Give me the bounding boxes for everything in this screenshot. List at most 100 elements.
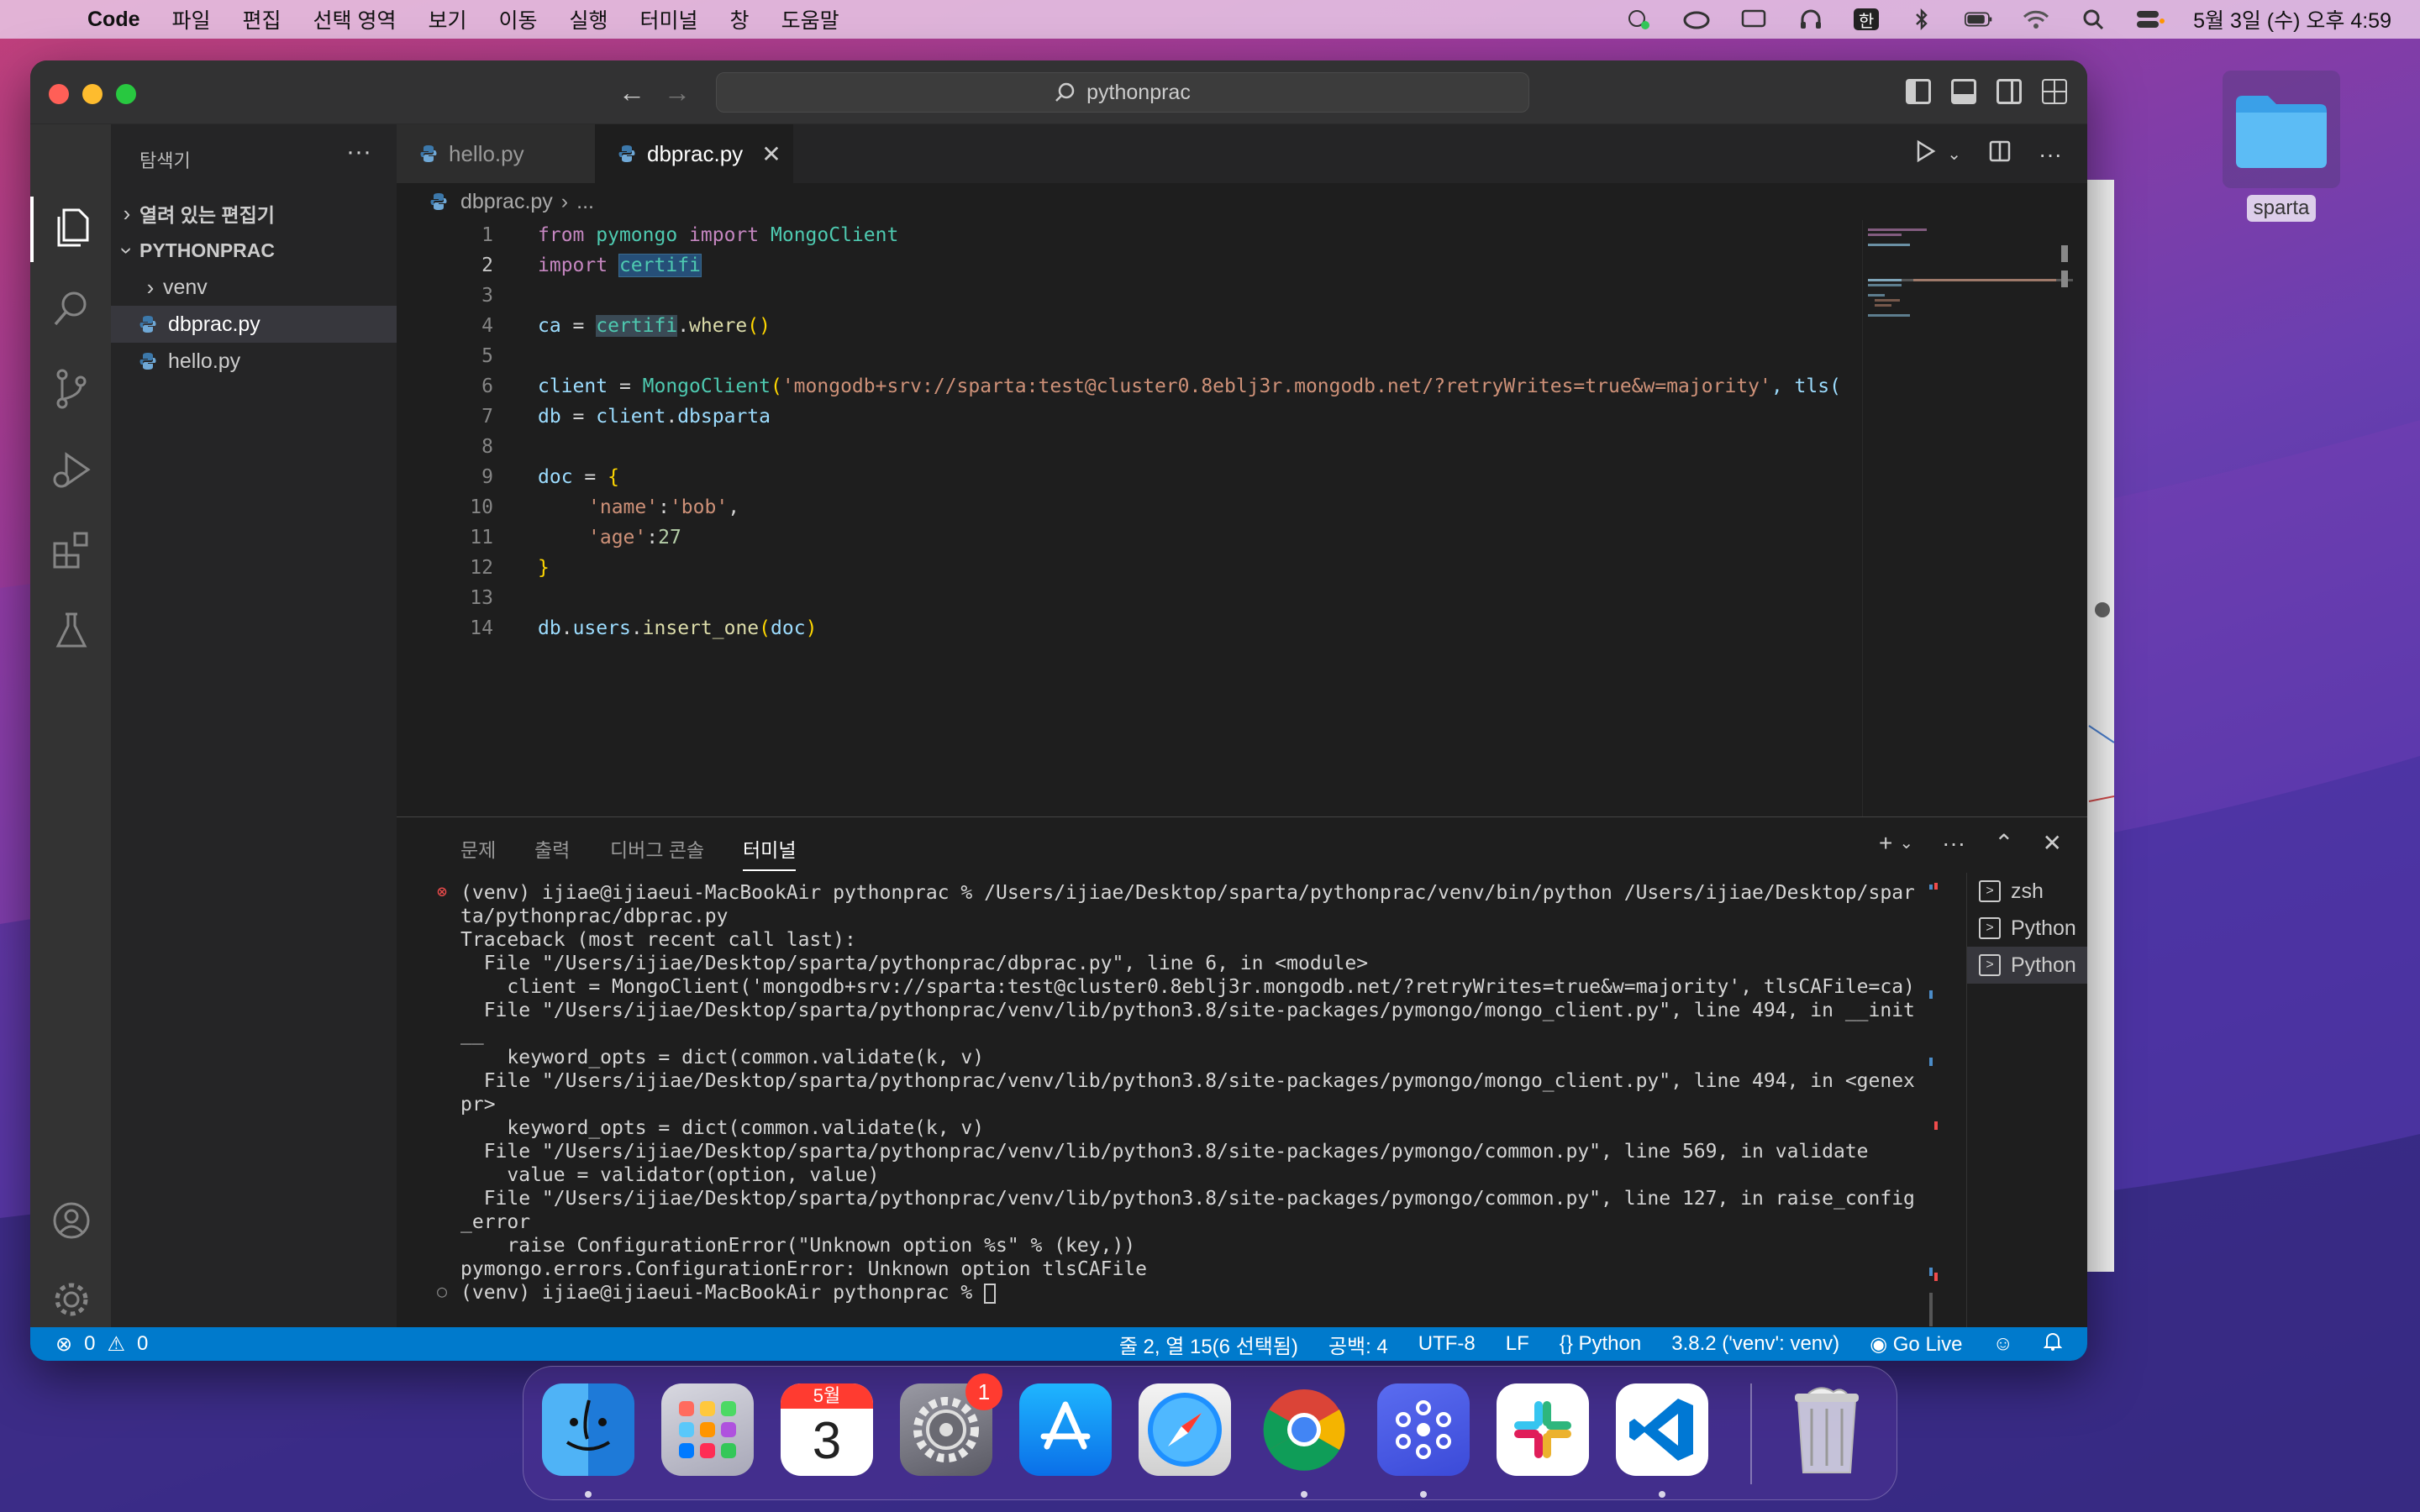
toggle-secondary-sidebar-icon[interactable] <box>1996 79 2022 104</box>
minimap[interactable] <box>1862 220 2081 816</box>
status-encoding[interactable]: UTF-8 <box>1418 1332 1476 1356</box>
battery-icon[interactable] <box>1965 8 1993 30</box>
menu-go[interactable]: 이동 <box>499 4 538 34</box>
tree-file-hello[interactable]: hello.py <box>111 343 397 380</box>
menu-terminal[interactable]: 터미널 <box>640 4 698 34</box>
testing-flask-icon[interactable] <box>50 610 92 652</box>
status-go-live[interactable]: ◉ Go Live <box>1870 1332 1962 1357</box>
input-method-indicator[interactable]: 한 <box>1854 8 1880 31</box>
headphones-icon[interactable] <box>1797 8 1825 30</box>
run-dropdown-icon[interactable]: ⌄ <box>1947 144 1961 165</box>
code-line: 3 <box>397 281 1884 311</box>
terminal-output[interactable]: ⊗ (venv) ijiae@ijiaeui-MacBookAir python… <box>397 873 1943 1328</box>
terminal-item-python[interactable]: > Python <box>1967 910 2087 947</box>
spotlight-search-icon[interactable] <box>2079 8 2107 30</box>
panel-tab-problems[interactable]: 문제 <box>460 834 496 863</box>
dock-launchpad-icon[interactable] <box>661 1383 754 1476</box>
code-token: ) <box>805 617 818 639</box>
panel-tab-terminal[interactable]: 터미널 <box>743 834 797 871</box>
maximize-panel-icon[interactable]: ⌃ <box>1994 829 2013 857</box>
extensions-icon[interactable] <box>50 529 92 571</box>
menu-help[interactable]: 도움말 <box>781 4 839 34</box>
control-center-icon[interactable] <box>2136 8 2165 30</box>
status-app-icon[interactable] <box>1625 8 1654 30</box>
terminal-item-python-active[interactable]: > Python <box>1967 947 2087 984</box>
status-problems[interactable]: ⊗ 0 ⚠ 0 <box>55 1327 148 1361</box>
split-editor-icon[interactable] <box>1988 139 2012 169</box>
toggle-primary-sidebar-icon[interactable] <box>1906 79 1931 104</box>
status-indentation[interactable]: 공백: 4 <box>1328 1330 1388 1359</box>
back-arrow-icon[interactable]: ← <box>618 77 645 108</box>
terminal-item-zsh[interactable]: > zsh <box>1967 873 2087 910</box>
dock-chrome-icon[interactable] <box>1258 1383 1350 1476</box>
tab-dbprac-py[interactable]: dbprac.py ✕ <box>595 124 793 183</box>
zoom-window-button[interactable] <box>116 84 136 104</box>
code-token: ( <box>759 617 771 639</box>
status-interpreter[interactable]: 3.8.2 ('venv': venv) <box>1671 1332 1839 1356</box>
dock-slack-icon[interactable] <box>1497 1383 1589 1476</box>
accounts-icon[interactable] <box>50 1200 92 1242</box>
run-debug-icon[interactable] <box>50 449 92 491</box>
menu-run[interactable]: 실행 <box>570 4 608 34</box>
forward-arrow-icon[interactable]: → <box>664 77 691 108</box>
dock-network-app-icon[interactable] <box>1377 1383 1470 1476</box>
menu-edit[interactable]: 편집 <box>243 4 281 34</box>
dock-app-store-icon[interactable] <box>1019 1383 1112 1476</box>
open-editors-section[interactable]: › 열려 있는 편집기 <box>111 195 397 232</box>
manage-gear-icon[interactable] <box>50 1278 92 1320</box>
breadcrumb-symbol[interactable]: ... <box>576 190 594 214</box>
dock-calendar-icon[interactable]: 5월 3 <box>781 1383 873 1476</box>
creative-cloud-icon[interactable] <box>1682 8 1711 30</box>
close-panel-icon[interactable]: ✕ <box>2043 829 2062 857</box>
minimize-window-button[interactable] <box>82 84 103 104</box>
menu-view[interactable]: 보기 <box>428 4 466 34</box>
explorer-icon[interactable] <box>50 207 92 249</box>
code-token: . <box>630 617 643 639</box>
terminal-dropdown-icon[interactable]: ⌄ <box>1899 832 1913 853</box>
more-actions-icon[interactable]: ··· <box>2039 141 2062 168</box>
braces-icon: {} <box>1559 1332 1573 1355</box>
close-window-button[interactable] <box>49 84 69 104</box>
command-center-search[interactable]: pythonprac <box>716 72 1529 113</box>
new-terminal-icon[interactable]: + <box>1879 830 1892 857</box>
menubar-clock[interactable]: 5월 3일 (수) 오후 4:59 <box>2193 4 2391 34</box>
screen-mirror-icon[interactable] <box>1739 8 1768 30</box>
menu-window[interactable]: 창 <box>730 4 750 34</box>
active-view-marker <box>30 197 34 262</box>
terminal-line: pymongo.errors.ConfigurationError: Unkno… <box>460 1258 1147 1280</box>
status-language[interactable]: {} Python <box>1560 1332 1641 1356</box>
dock-system-settings-icon[interactable]: 1 <box>900 1373 1002 1476</box>
toggle-panel-icon[interactable] <box>1951 79 1976 104</box>
status-eol[interactable]: LF <box>1506 1332 1529 1356</box>
status-cursor-position[interactable]: 줄 2, 열 15(6 선택됨) <box>1119 1330 1298 1359</box>
project-folder-header[interactable]: › PYTHONPRAC <box>111 232 397 269</box>
dock-finder-icon[interactable] <box>542 1383 634 1476</box>
line-number: 8 <box>481 436 493 458</box>
code-text: from pymongo import MongoClient <box>538 224 898 246</box>
tree-folder-venv[interactable]: › venv <box>111 269 397 306</box>
menu-selection[interactable]: 선택 영역 <box>313 4 397 34</box>
feedback-icon[interactable]: ☺ <box>1992 1332 2013 1356</box>
sidebar-more-icon[interactable]: ··· <box>346 138 371 166</box>
menu-file[interactable]: 파일 <box>172 4 211 34</box>
bluetooth-icon[interactable] <box>1907 8 1936 30</box>
tree-file-dbprac[interactable]: dbprac.py <box>111 306 397 343</box>
app-menu[interactable]: Code <box>87 8 140 32</box>
dock-vscode-icon[interactable] <box>1616 1383 1708 1476</box>
tab-hello-py[interactable]: hello.py <box>397 124 595 183</box>
notifications-bell-icon[interactable] <box>2043 1331 2063 1357</box>
breadcrumb-file[interactable]: dbprac.py <box>460 190 553 214</box>
dock-trash-icon[interactable] <box>1781 1383 1873 1476</box>
source-control-icon[interactable] <box>50 368 92 410</box>
run-python-file-icon[interactable] <box>1915 139 1937 169</box>
dock-safari-icon[interactable] <box>1139 1383 1231 1476</box>
code-editor[interactable]: 1 from pymongo import MongoClient 2 impo… <box>397 220 1884 816</box>
terminal-more-icon[interactable]: ··· <box>1942 830 1965 857</box>
customize-layout-icon[interactable] <box>2042 79 2067 104</box>
close-tab-icon[interactable]: ✕ <box>761 140 781 168</box>
desktop-folder-sparta[interactable]: sparta <box>2218 71 2344 222</box>
panel-tab-debug-console[interactable]: 디버그 콘솔 <box>610 834 704 863</box>
wifi-icon[interactable] <box>2022 8 2050 30</box>
panel-tab-output[interactable]: 출력 <box>534 834 570 863</box>
search-view-icon[interactable] <box>50 287 92 329</box>
